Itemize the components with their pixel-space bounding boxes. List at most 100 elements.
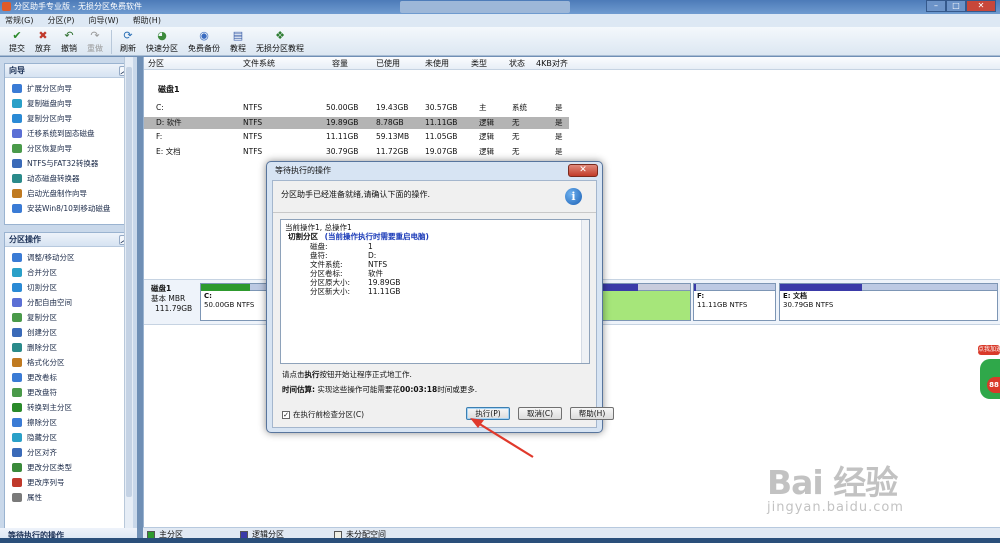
sidebar-item[interactable]: 切割分区 (5, 280, 132, 295)
sidebar-item[interactable]: 分配自由空间 (5, 295, 132, 310)
sidebar-item[interactable]: 启动光盘制作向导 (5, 186, 132, 201)
sidebar-item[interactable]: 属性 (5, 490, 132, 505)
partition-block-f[interactable]: F: 11.11GB NTFS (693, 283, 776, 321)
sidebar-item[interactable]: 动态磁盘转换器 (5, 171, 132, 186)
tutorial-icon: ▤ (232, 29, 244, 42)
sidebar-item[interactable]: 复制磁盘向导 (5, 96, 132, 111)
sidebar-item[interactable]: 擦除分区 (5, 415, 132, 430)
redo-icon: ↷ (90, 29, 100, 42)
item-icon (12, 204, 22, 213)
col-type[interactable]: 类型 (471, 57, 487, 70)
usage-bar (694, 284, 775, 291)
sidebar-item[interactable]: 更改卷标 (5, 370, 132, 385)
partition-ops-header[interactable]: 分区操作 ︿ (5, 233, 132, 247)
commit-button[interactable]: ✔ 提交 (4, 27, 30, 56)
sidebar-item[interactable]: 更改盘符 (5, 385, 132, 400)
time-estimate: 时间估算: 实现这些操作可能需要花00:03:18时间或更多. (282, 385, 478, 394)
sidebar-item[interactable]: 复制分区 (5, 310, 132, 325)
partition-block-e[interactable]: E: 文档 30.79GB NTFS (779, 283, 998, 321)
sidebar-item[interactable]: 创建分区 (5, 325, 132, 340)
table-row[interactable]: E: 文档 NTFS 30.79GB 11.72GB 19.07GB 逻辑 无 是 (144, 146, 569, 158)
table-row[interactable]: F: NTFS 11.11GB 59.13MB 11.05GB 逻辑 无 是 (144, 131, 569, 143)
cell-partition: E: 文档 (156, 146, 181, 156)
op-detail-value: 19.89GB (368, 278, 401, 287)
disk-info[interactable]: 磁盘1 基本 MBR 111.79GB (146, 284, 196, 322)
free-backup-button[interactable]: ◉ 免费备份 (183, 27, 225, 56)
execute-button[interactable]: 执行(P) (466, 407, 510, 420)
sidebar-item[interactable]: 分区对齐 (5, 445, 132, 460)
op-detail-key: 磁盘: (310, 242, 328, 251)
maximize-button[interactable]: □ (946, 0, 966, 12)
sidebar-item[interactable]: 安装Win8/10到移动磁盘 (5, 201, 132, 216)
col-used[interactable]: 已使用 (376, 57, 400, 70)
watermark-url: jingyan.baidu.com (767, 500, 904, 515)
tutorial-button[interactable]: ▤ 教程 (225, 27, 251, 56)
cell-fs: NTFS (243, 117, 263, 127)
checkbox-checked-icon[interactable]: ✓ (282, 410, 290, 419)
sidebar-item[interactable]: 删除分区 (5, 340, 132, 355)
col-status[interactable]: 状态 (509, 57, 525, 70)
item-icon (12, 144, 22, 153)
col-capacity[interactable]: 容量 (332, 57, 348, 70)
menu-help[interactable]: 帮助(H) (133, 14, 161, 27)
close-window-button[interactable]: ✕ (966, 0, 996, 12)
col-free[interactable]: 未使用 (425, 57, 449, 70)
sidebar-item[interactable]: 调整/移动分区 (5, 250, 132, 265)
item-icon (12, 99, 22, 108)
col-align[interactable]: 4KB对齐 (536, 57, 568, 70)
op-detail-value: D: (368, 251, 377, 260)
col-filesystem[interactable]: 文件系统 (243, 57, 275, 70)
left-scrollbar[interactable] (124, 57, 133, 530)
col-partition[interactable]: 分区 (148, 57, 164, 70)
refresh-button[interactable]: ⟳ 刷新 (115, 27, 141, 56)
lossless-tutorial-icon: ❖ (275, 29, 285, 42)
sidebar-item[interactable]: 合并分区 (5, 265, 132, 280)
sidebar-item[interactable]: 转换到主分区 (5, 400, 132, 415)
menu-wizard[interactable]: 向导(W) (89, 14, 119, 27)
cancel-button[interactable]: 取消(C) (518, 407, 562, 420)
discard-button[interactable]: ✖ 放弃 (30, 27, 56, 56)
check-before-execute[interactable]: ✓ 在执行前检查分区(C) (282, 409, 364, 420)
operation-list[interactable]: 当前操作1, 总操作1 切割分区 (当前操作执行时需要重启电脑) 磁盘: 1 盘符:… (280, 219, 590, 364)
usage-fill (201, 284, 250, 291)
sidebar-item[interactable]: 分区恢复向导 (5, 141, 132, 156)
sidebar-item[interactable]: 更改序列号 (5, 475, 132, 490)
item-icon (12, 463, 22, 472)
partition-block-d-selected[interactable] (597, 283, 691, 321)
sidebar-item[interactable]: 更改分区类型 (5, 460, 132, 475)
sidebar-item[interactable]: 隐藏分区 (5, 430, 132, 445)
scroll-thumb[interactable] (126, 67, 132, 497)
sidebar-item[interactable]: 迁移系统到固态磁盘 (5, 126, 132, 141)
op-list-scrollbar[interactable] (581, 220, 589, 363)
app-icon (2, 2, 11, 11)
dialog-close-button[interactable]: ✕ (568, 164, 598, 177)
op-title: 切割分区 (当前操作执行时需要重启电脑) (288, 232, 429, 241)
execute-note: 请点击执行按钮开始让程序正式地工作. (282, 370, 412, 379)
dialog-body: 分区助手已经准备就绪,请确认下面的操作. i 当前操作1, 总操作1 切割分区 … (272, 180, 614, 428)
dialog-title: 等待执行的操作 (275, 166, 331, 175)
speedup-tag: 点我加速 (978, 345, 1000, 355)
backup-icon: ◉ (199, 29, 209, 42)
item-icon (12, 418, 22, 427)
item-icon (12, 129, 22, 138)
sidebar-item[interactable]: 复制分区向导 (5, 111, 132, 126)
help-button[interactable]: 帮助(H) (570, 407, 614, 420)
redo-button[interactable]: ↷ 重做 (82, 27, 108, 56)
sidebar-item[interactable]: 扩展分区向导 (5, 81, 132, 96)
sidebar-item[interactable]: 格式化分区 (5, 355, 132, 370)
speedup-widget[interactable]: 点我加速 88 (978, 345, 1000, 405)
minimize-button[interactable]: – (926, 0, 946, 12)
table-row[interactable]: C: NTFS 50.00GB 19.43GB 30.57GB 主 系统 是 (144, 102, 569, 114)
item-icon (12, 313, 22, 322)
sidebar-item[interactable]: NTFS与FAT32转换器 (5, 156, 132, 171)
menu-general[interactable]: 常规(G) (5, 14, 33, 27)
undo-icon: ↶ (64, 29, 74, 42)
wizard-section-header[interactable]: 向导 ︿ (5, 64, 132, 78)
usage-bar (780, 284, 997, 291)
quick-partition-button[interactable]: ◕ 快速分区 (141, 27, 183, 56)
undo-button[interactable]: ↶ 撤销 (56, 27, 82, 56)
table-row[interactable]: D: 软件 NTFS 19.89GB 8.78GB 11.11GB 逻辑 无 是 (144, 116, 569, 129)
cell-align: 是 (555, 117, 563, 127)
lossless-tutorial-button[interactable]: ❖ 无损分区教程 (251, 27, 309, 56)
menu-partition[interactable]: 分区(P) (47, 14, 74, 27)
